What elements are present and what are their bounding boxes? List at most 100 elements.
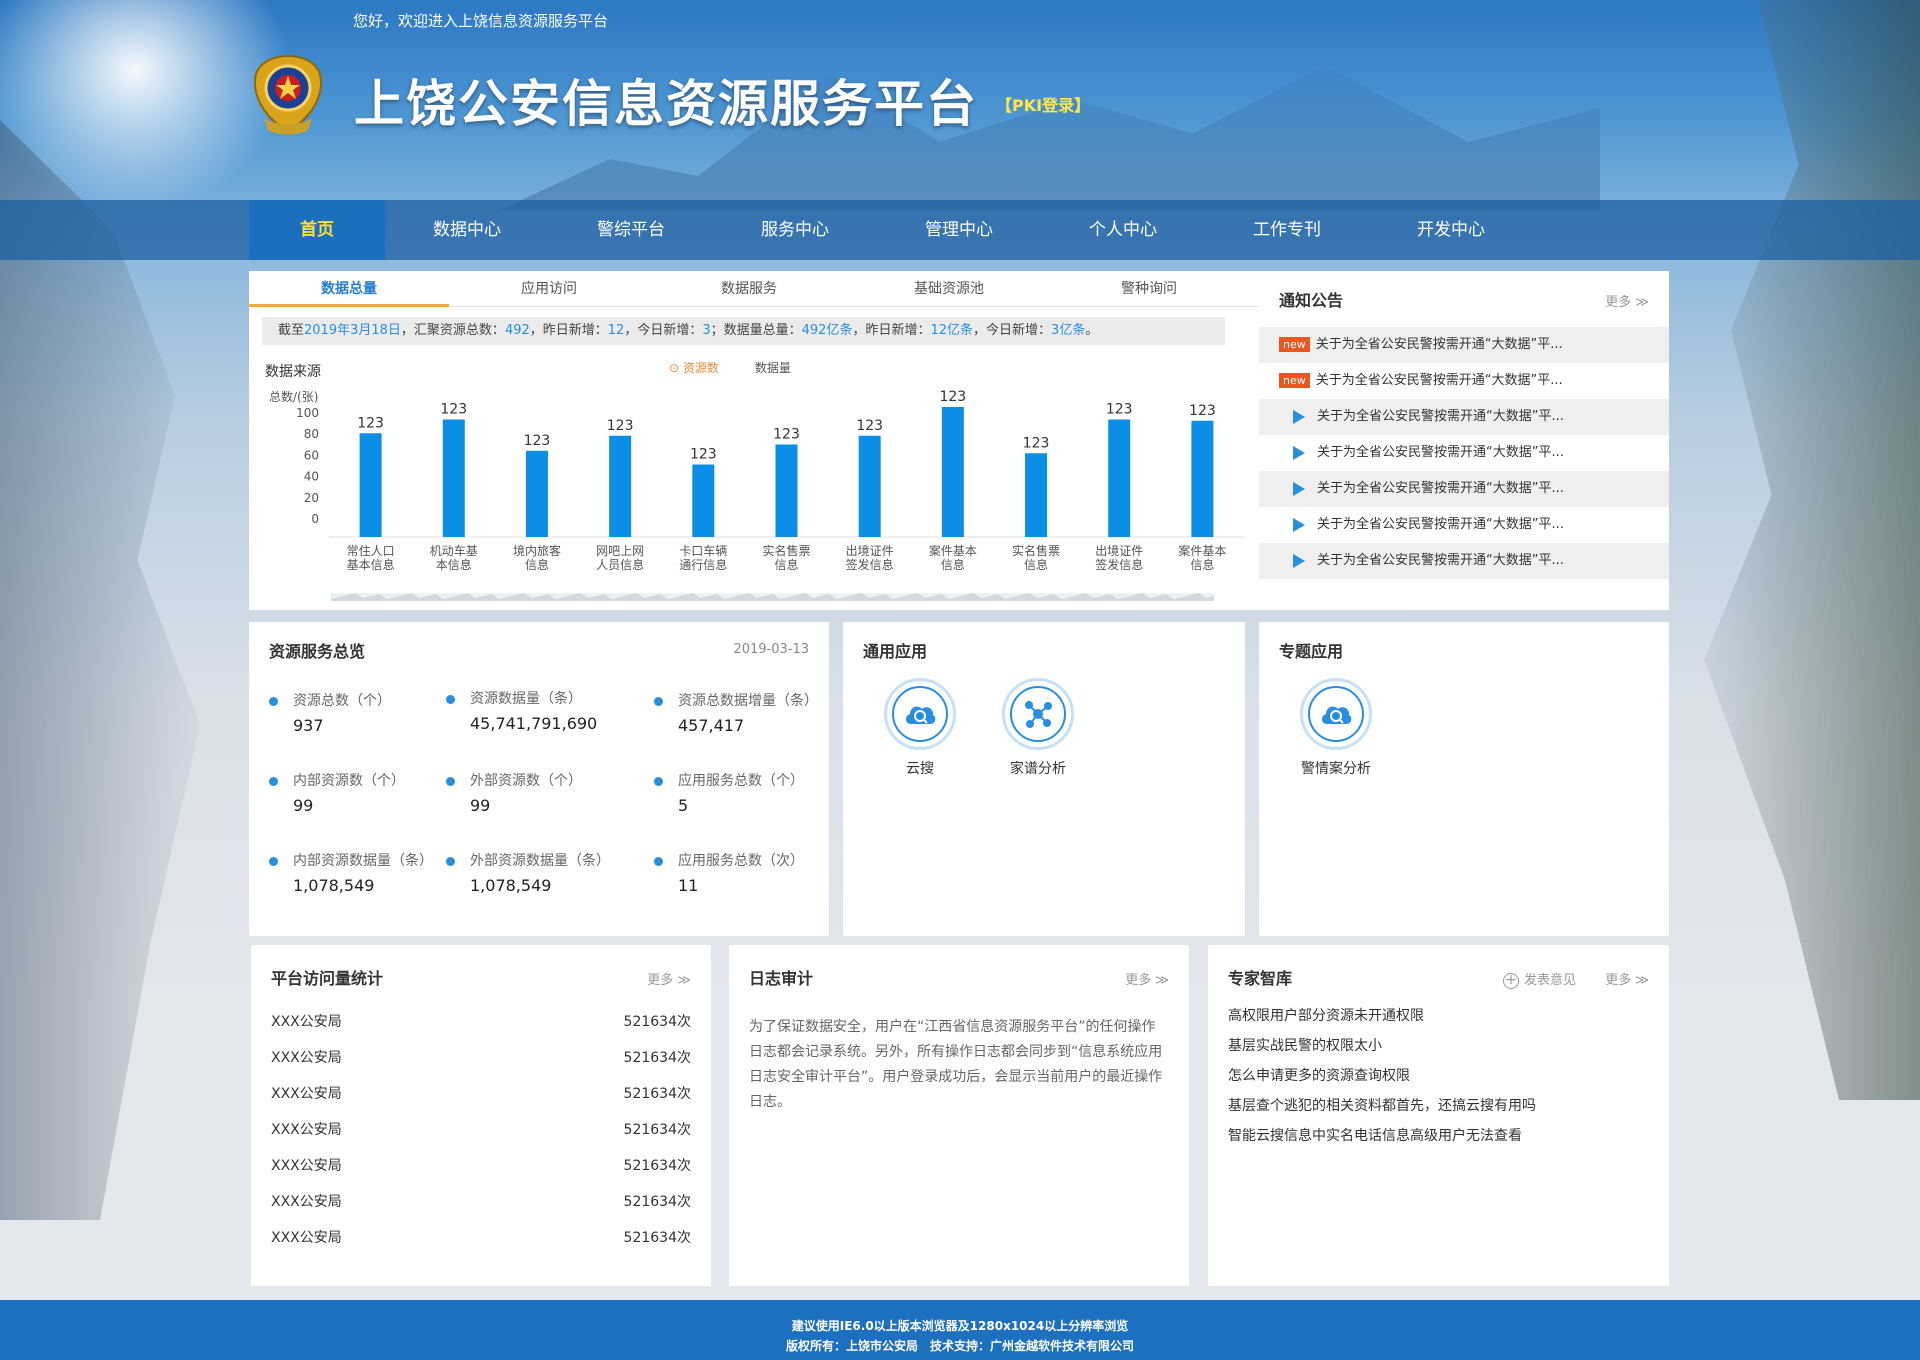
general-apps-panel: 通用应用 云搜 家谱分析 — [843, 622, 1245, 936]
visit-row[interactable]: XXX公安局 521634次 — [271, 1227, 691, 1247]
x-tick-label: 卡口车辆 — [679, 543, 727, 558]
dot-bullet-icon — [269, 697, 278, 706]
bar-value-label: 123 — [773, 427, 800, 443]
nav-item[interactable]: 个人中心 — [1041, 200, 1205, 260]
nav-item[interactable]: 首页 — [249, 200, 385, 260]
notice-item[interactable]: 关于为全省公安民警按需开通“大数据”平... — [1259, 507, 1669, 543]
nav-item[interactable]: 警综平台 — [549, 200, 713, 260]
data-tab[interactable]: 基础资源池 — [849, 271, 1049, 307]
expert-question-link[interactable]: 高权限用户部分资源未开通权限 — [1228, 1005, 1424, 1025]
expert-question-link[interactable]: 智能云搜信息中实名电话信息高级用户无法查看 — [1228, 1125, 1522, 1145]
bar[interactable] — [692, 464, 715, 538]
visit-more-link[interactable]: 更多 ≫ — [647, 969, 691, 988]
expert-question-link[interactable]: 怎么申请更多的资源查询权限 — [1228, 1065, 1410, 1085]
summary-volume-yesterday: 12亿条 — [930, 323, 974, 338]
legend-resources[interactable]: ⊙ 资源数 — [669, 359, 719, 376]
bar[interactable] — [1025, 453, 1048, 537]
data-tab[interactable]: 数据服务 — [649, 271, 849, 307]
app-icon-ring — [1300, 678, 1372, 750]
resource-overview-panel: 资源服务总览 2019-03-13 资源总数（个） 937 资源数据量（条） 45,7… — [249, 622, 829, 936]
expert-more-link[interactable]: 更多 ≫ — [1605, 969, 1649, 988]
dot-bullet-icon — [654, 697, 663, 706]
triangle-bullet-icon — [1293, 481, 1305, 496]
visit-row[interactable]: XXX公安局 521634次 — [271, 1119, 691, 1139]
x-tick-label: 出境证件 — [1095, 543, 1143, 558]
app-tile[interactable]: 家谱分析 — [983, 678, 1093, 778]
notice-more-link[interactable]: 更多 ≫ — [1605, 291, 1649, 310]
stat-label: 应用服务总数（次） — [678, 853, 804, 869]
pki-login-link[interactable]: 【PKI登录】 — [996, 92, 1090, 116]
notice-item[interactable]: new 关于为全省公安民警按需开通“大数据”平... — [1259, 327, 1669, 363]
dot-bullet-icon — [269, 857, 278, 866]
data-tab[interactable]: 警种询问 — [1049, 271, 1249, 307]
notice-item[interactable]: 关于为全省公安民警按需开通“大数据”平... — [1259, 471, 1669, 507]
chart-zoom-slider[interactable] — [331, 593, 1215, 601]
nav-item[interactable]: 工作专刊 — [1205, 200, 1369, 260]
stat-value: 99 — [470, 796, 491, 815]
log-more-link[interactable]: 更多 ≫ — [1125, 969, 1169, 988]
app-tile[interactable]: 警情案分析 — [1281, 678, 1391, 778]
visit-row[interactable]: XXX公安局 521634次 — [271, 1191, 691, 1211]
visit-row[interactable]: XXX公安局 521634次 — [271, 1083, 691, 1103]
x-tick-label: 基本信息 — [347, 557, 395, 572]
summary-text: 。 — [1085, 323, 1099, 338]
data-tab[interactable]: 应用访问 — [449, 271, 649, 307]
summary-text: 截至 — [278, 323, 305, 338]
notice-item[interactable]: 关于为全省公安民警按需开通“大数据”平... — [1259, 435, 1669, 471]
x-tick-label: 案件基本 — [929, 543, 977, 558]
visit-count: 521634次 — [623, 1014, 691, 1030]
nav-item[interactable]: 服务中心 — [713, 200, 877, 260]
new-badge: new — [1279, 373, 1310, 388]
nav-item[interactable]: 管理中心 — [877, 200, 1041, 260]
nav-item[interactable]: 开发中心 — [1369, 200, 1533, 260]
bar[interactable] — [1108, 419, 1131, 538]
expert-title: 专家智库 — [1228, 969, 1293, 988]
feedback-button[interactable]: + 发表意见 — [1503, 969, 1576, 989]
expert-panel: 专家智库 + 发表意见 更多 ≫ 高权限用户部分资源未开通权限 基层实战民警的权限太… — [1208, 945, 1669, 1286]
visit-row[interactable]: XXX公安局 521634次 — [271, 1155, 691, 1175]
stat-label: 外部资源数据量（条） — [470, 853, 610, 869]
summary-total: 492 — [504, 323, 530, 338]
visit-org-name: XXX公安局 — [271, 1194, 342, 1210]
bar[interactable] — [858, 435, 881, 537]
summary-volume: 492亿条 — [801, 323, 853, 338]
visit-count: 521634次 — [623, 1122, 691, 1138]
notice-item[interactable]: 关于为全省公安民警按需开通“大数据”平... — [1259, 399, 1669, 435]
visit-row[interactable]: XXX公安局 521634次 — [271, 1047, 691, 1067]
stat-value: 457,417 — [678, 716, 745, 735]
visit-stats-title: 平台访问量统计 — [271, 969, 384, 988]
bar[interactable] — [941, 407, 964, 537]
summary-yesterday: 12 — [607, 323, 625, 338]
bar-value-label: 123 — [1106, 402, 1133, 418]
notice-item[interactable]: 关于为全省公安民警按需开通“大数据”平... — [1259, 543, 1669, 579]
bar[interactable] — [609, 435, 632, 537]
data-tab[interactable]: 数据总量 — [249, 271, 449, 307]
bar[interactable] — [359, 433, 382, 537]
new-badge: new — [1279, 337, 1310, 352]
summary-text: ；数据量总量： — [710, 323, 802, 338]
police-emblem-logo — [250, 52, 326, 138]
notice-item[interactable]: new 关于为全省公安民警按需开通“大数据”平... — [1259, 363, 1669, 399]
stat-label: 资源数据量（条） — [470, 691, 582, 707]
visit-stats-panel: 平台访问量统计 更多 ≫ XXX公安局 521634次 XXX公安局 521634次 X… — [251, 945, 711, 1286]
triangle-bullet-icon — [1293, 553, 1305, 568]
expert-question-link[interactable]: 基层查个逃犯的相关资料都首先，还搞云搜有用吗 — [1228, 1095, 1536, 1115]
bar[interactable] — [525, 450, 548, 537]
bar-value-label: 123 — [524, 433, 551, 449]
welcome-text: 您好，欢迎进入上饶信息资源服务平台 — [353, 12, 609, 30]
dot-bullet-icon — [654, 777, 663, 786]
bar[interactable] — [442, 419, 465, 538]
slider-sparkline — [331, 593, 1215, 601]
expert-question-link[interactable]: 基层实战民警的权限太小 — [1228, 1035, 1382, 1055]
app-tile[interactable]: 云搜 — [865, 678, 975, 778]
footer-browser-note: 建议使用IE6.0以上版本浏览器及1280x1024以上分辨率浏览 — [791, 1319, 1129, 1333]
x-tick-label: 信息 — [774, 557, 798, 572]
bar-value-label: 123 — [1189, 403, 1216, 419]
nav-item[interactable]: 数据中心 — [385, 200, 549, 260]
visit-row[interactable]: XXX公安局 521634次 — [271, 1011, 691, 1031]
bar[interactable] — [1191, 420, 1214, 537]
legend-resources-label: 资源数 — [682, 361, 719, 375]
legend-data-volume[interactable]: 数据量 — [755, 359, 791, 376]
visit-count: 521634次 — [623, 1194, 691, 1210]
bar[interactable] — [775, 444, 798, 538]
